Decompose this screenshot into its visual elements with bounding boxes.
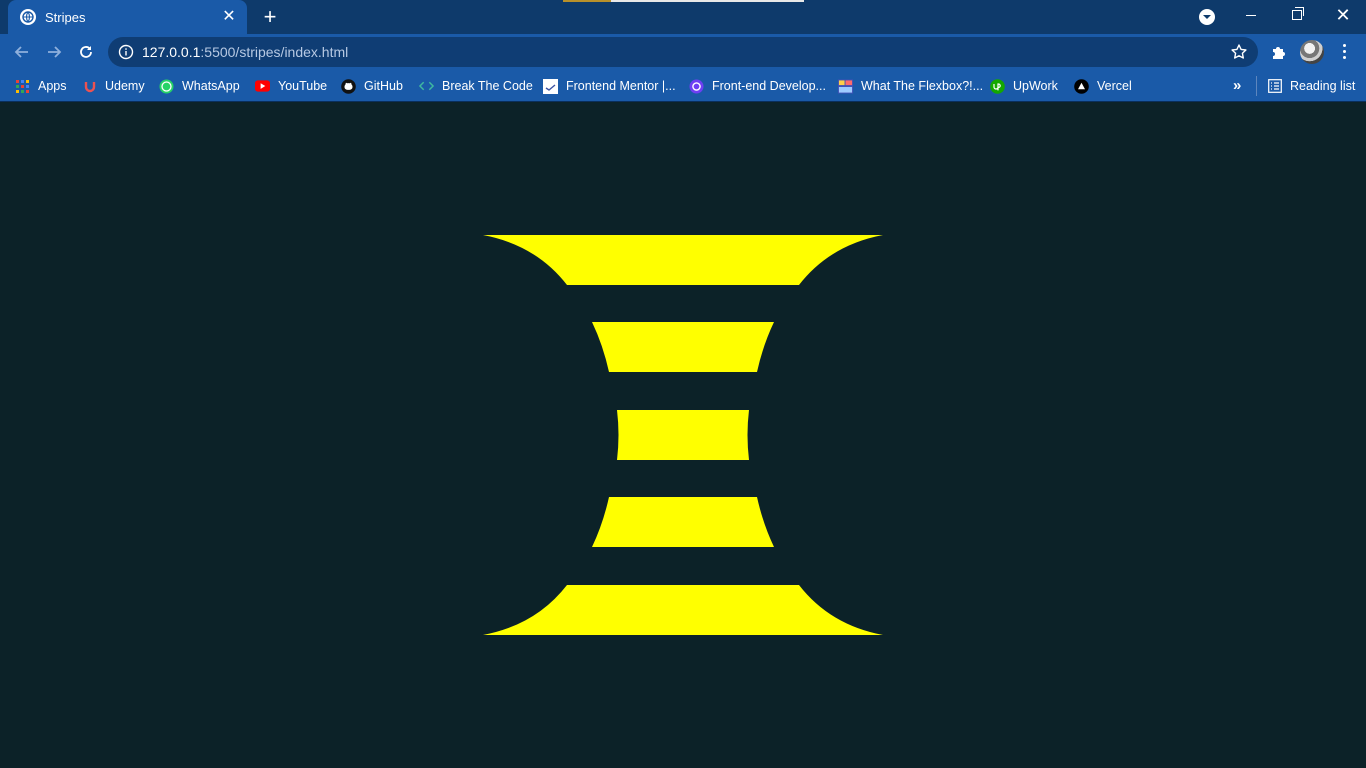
title-bar: Stripes ✕ + ✕ bbox=[0, 0, 1366, 34]
globe-icon bbox=[20, 9, 36, 25]
reading-list-icon bbox=[1267, 79, 1282, 94]
bookmark-apps[interactable]: Apps bbox=[15, 77, 67, 95]
udemy-icon bbox=[82, 79, 97, 94]
bookmark-label: UpWork bbox=[1013, 79, 1058, 93]
reading-list-button[interactable]: Reading list bbox=[1267, 77, 1355, 95]
close-icon: ✕ bbox=[1335, 5, 1351, 25]
bookmark-upwork[interactable]: UpWork bbox=[990, 77, 1058, 95]
youtube-icon bbox=[255, 79, 270, 94]
arrow-right-icon bbox=[48, 46, 62, 58]
profile-avatar[interactable] bbox=[1300, 40, 1324, 64]
close-window-button[interactable]: ✕ bbox=[1320, 0, 1366, 30]
bookmark-udemy[interactable]: Udemy bbox=[82, 77, 145, 95]
stripe-3 bbox=[617, 410, 749, 460]
vercel-icon bbox=[1074, 78, 1089, 94]
site-info-icon[interactable] bbox=[118, 44, 134, 60]
restore-icon bbox=[1292, 7, 1304, 20]
stripe-4 bbox=[592, 497, 774, 547]
bookmark-frontend-developer[interactable]: Front-end Develop... bbox=[689, 77, 826, 95]
page-content bbox=[0, 102, 1366, 768]
bookmark-label: Break The Code bbox=[442, 79, 533, 93]
url-path: :5500/stripes/index.html bbox=[200, 44, 349, 60]
bookmark-whatsapp[interactable]: WhatsApp bbox=[159, 77, 240, 95]
bookmark-label: GitHub bbox=[364, 79, 403, 93]
bookmark-github[interactable]: GitHub bbox=[341, 77, 403, 95]
upwork-icon bbox=[990, 78, 1005, 94]
bookmark-star-icon[interactable] bbox=[1230, 43, 1248, 61]
stripes-artwork bbox=[483, 235, 883, 635]
extensions-puzzle-icon[interactable] bbox=[1270, 43, 1288, 61]
flexbox-icon bbox=[838, 78, 853, 94]
restore-button[interactable] bbox=[1274, 0, 1320, 30]
bookmark-label: Frontend Mentor |... bbox=[566, 79, 676, 93]
menu-kebab-icon[interactable] bbox=[1336, 42, 1352, 62]
bookmark-label: Vercel bbox=[1097, 79, 1132, 93]
toolbar: 127.0.0.1:5500/stripes/index.html bbox=[0, 34, 1366, 70]
bookmark-youtube[interactable]: YouTube bbox=[255, 77, 327, 95]
window-accent-bar bbox=[563, 0, 611, 2]
tab-search-button[interactable] bbox=[1199, 9, 1215, 25]
bookmark-label: What The Flexbox?!... bbox=[861, 79, 984, 93]
minimize-button[interactable] bbox=[1228, 0, 1274, 30]
frontend-mentor-icon bbox=[543, 78, 558, 94]
stripe-5 bbox=[483, 585, 883, 635]
reload-icon bbox=[80, 46, 92, 58]
tab-title: Stripes bbox=[45, 9, 86, 25]
frontend-dev-icon bbox=[689, 79, 704, 94]
arrow-left-icon bbox=[14, 46, 28, 58]
bookmark-label: Apps bbox=[38, 79, 67, 93]
stripe-2 bbox=[592, 322, 774, 372]
forward-button[interactable] bbox=[42, 40, 66, 64]
back-button[interactable] bbox=[10, 40, 34, 64]
bookmark-label: Front-end Develop... bbox=[712, 79, 826, 93]
window-accent-bar bbox=[611, 0, 804, 2]
bookmark-what-the-flexbox[interactable]: What The Flexbox?!... bbox=[838, 77, 983, 95]
stripe-1 bbox=[483, 235, 883, 285]
url-text[interactable]: 127.0.0.1:5500/stripes/index.html bbox=[142, 44, 348, 60]
bookmark-label: Udemy bbox=[105, 79, 145, 93]
bookmark-label: WhatsApp bbox=[182, 79, 240, 93]
minimize-icon bbox=[1246, 14, 1256, 16]
divider bbox=[1256, 76, 1257, 96]
github-icon bbox=[341, 78, 356, 94]
bookmarks-bar: Apps Udemy WhatsApp YouTube GitHub Break… bbox=[0, 70, 1366, 102]
bookmarks-overflow-chevron-icon[interactable]: » bbox=[1233, 77, 1241, 95]
apps-grid-icon bbox=[15, 79, 30, 94]
bookmark-vercel[interactable]: Vercel bbox=[1074, 77, 1132, 95]
tab-stripes[interactable]: Stripes ✕ bbox=[8, 0, 247, 34]
bookmark-label: YouTube bbox=[278, 79, 328, 93]
reload-button[interactable] bbox=[74, 40, 98, 64]
close-tab-icon[interactable]: ✕ bbox=[221, 9, 237, 25]
whatsapp-icon bbox=[159, 79, 174, 94]
url-host: 127.0.0.1 bbox=[142, 44, 201, 60]
address-bar[interactable]: 127.0.0.1:5500/stripes/index.html bbox=[108, 37, 1258, 67]
reading-list-label: Reading list bbox=[1290, 79, 1356, 93]
chevron-down-icon bbox=[1203, 15, 1211, 19]
code-icon bbox=[419, 79, 434, 94]
bookmark-break-the-code[interactable]: Break The Code bbox=[419, 77, 533, 95]
new-tab-button[interactable]: + bbox=[259, 6, 281, 28]
bookmark-frontend-mentor[interactable]: Frontend Mentor |... bbox=[543, 77, 676, 95]
